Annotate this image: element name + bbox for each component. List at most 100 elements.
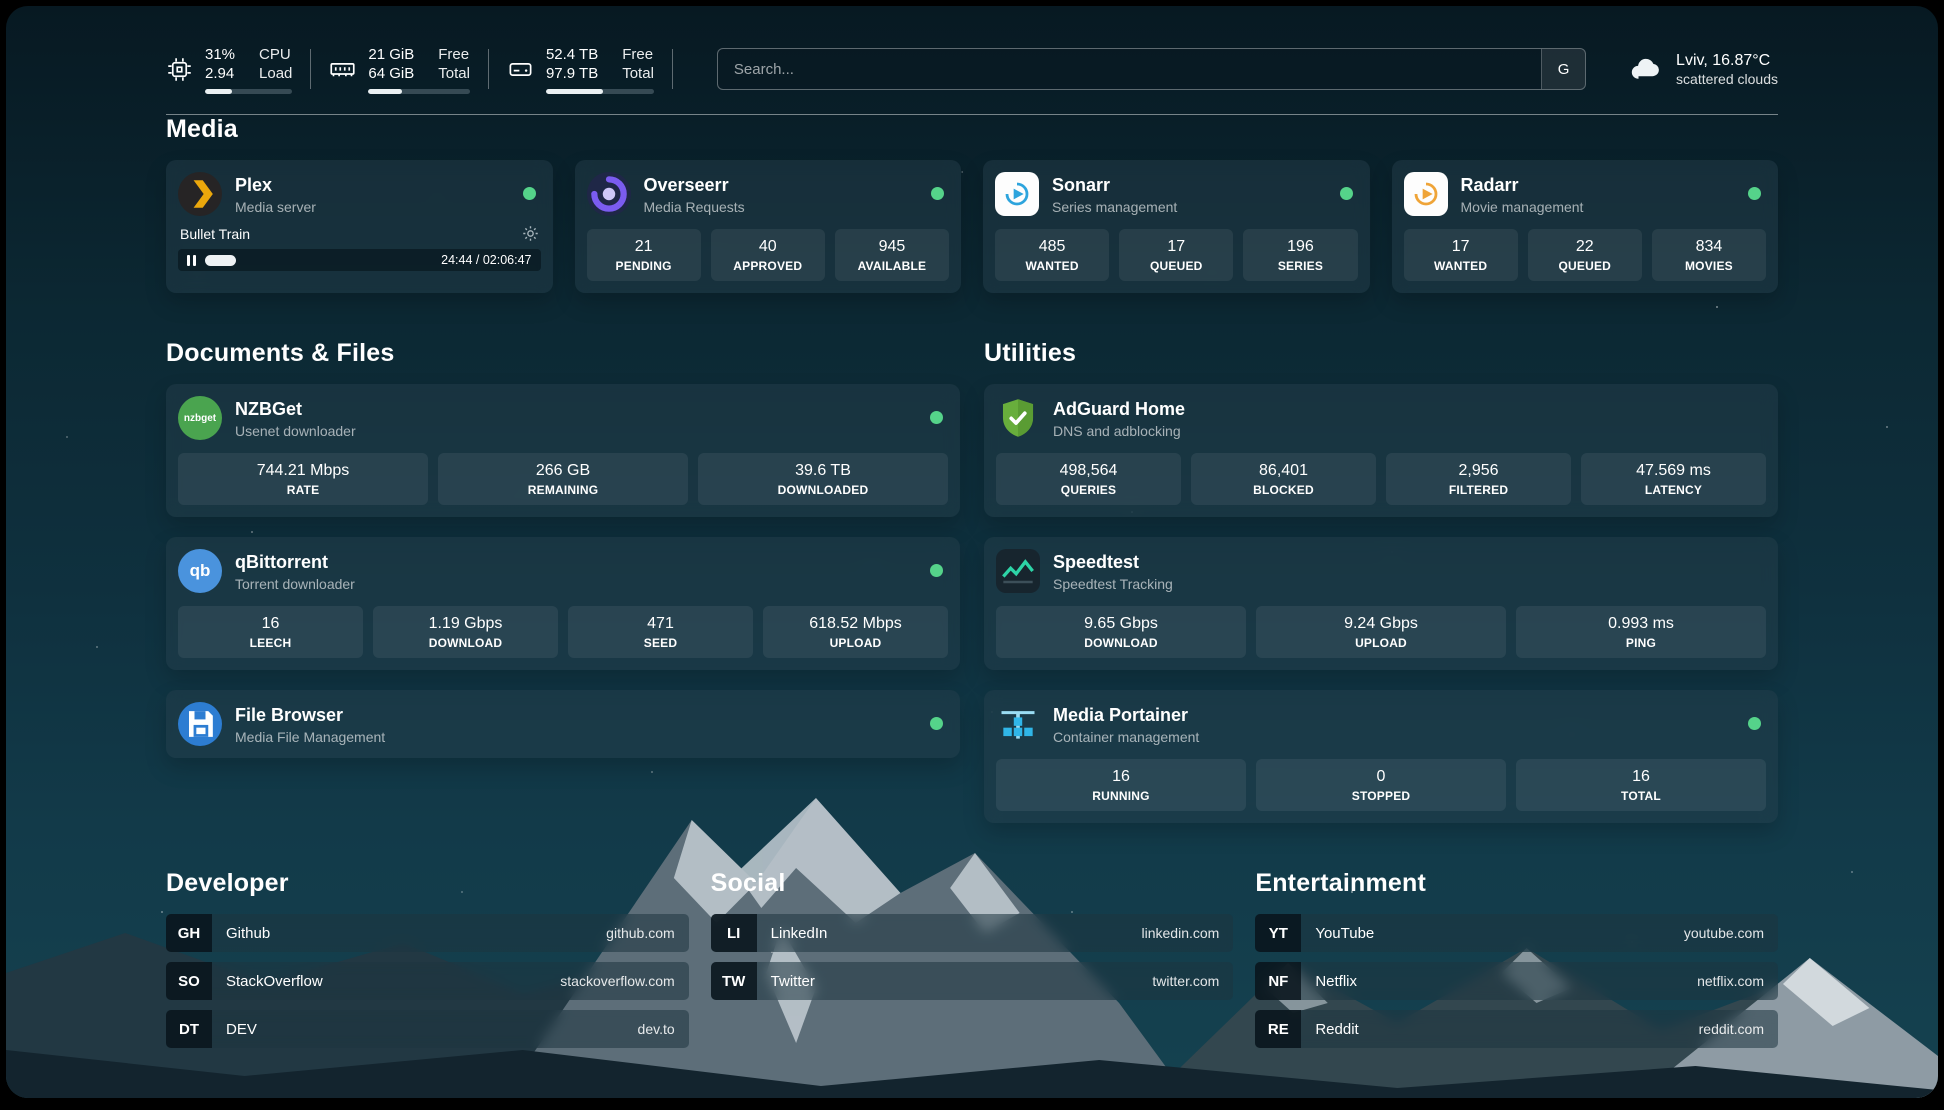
- ram-icon: [329, 56, 356, 83]
- app-name: qBittorrent: [235, 551, 355, 573]
- reddit-icon: RE: [1255, 1010, 1301, 1048]
- search-engine-button[interactable]: G: [1541, 49, 1585, 89]
- app-subtitle: Media server: [235, 199, 316, 215]
- stat-upload: 9.24 Gbps UPLOAD: [1256, 606, 1506, 658]
- app-card-sonarr[interactable]: Sonarr Series management 485 WANTED 17 Q…: [983, 160, 1370, 293]
- app-subtitle: Torrent downloader: [235, 576, 355, 592]
- app-name: Speedtest: [1053, 551, 1173, 573]
- bookmark-linkedin[interactable]: LI LinkedIn linkedin.com: [711, 914, 1234, 952]
- bookmarks-entertainment: Entertainment YT YouTube youtube.com NF …: [1255, 869, 1778, 1048]
- stat-queries: 498,564 QUERIES: [996, 453, 1181, 505]
- speedtest-icon: [996, 549, 1040, 593]
- ram-progress-fill: [368, 89, 402, 94]
- bookmarks-developer: Developer GH Github github.com SO StackO…: [166, 869, 689, 1048]
- bookmark-twitter[interactable]: TW Twitter twitter.com: [711, 962, 1234, 1000]
- app-card-nzbget[interactable]: nzbget NZBGet Usenet downloader 744.21 M…: [166, 384, 960, 517]
- documents-column: Documents & Files nzbget NZBGet Usenet d…: [166, 339, 960, 758]
- stat-movies: 834 MOVIES: [1652, 229, 1766, 281]
- app-subtitle: DNS and adblocking: [1053, 423, 1185, 439]
- status-dot: [1748, 717, 1761, 730]
- stat-rate: 744.21 Mbps RATE: [178, 453, 428, 505]
- ram-metric: 21 GiB 64 GiB Free Total: [329, 45, 470, 94]
- stat-wanted: 485 WANTED: [995, 229, 1109, 281]
- dashboard-screen: 31% 2.94 CPU Load: [6, 6, 1938, 1098]
- gear-icon[interactable]: [522, 225, 539, 242]
- stat-queued: 22 QUEUED: [1528, 229, 1642, 281]
- nzbget-icon: nzbget: [178, 396, 222, 440]
- status-dot: [930, 411, 943, 424]
- app-name: Media Portainer: [1053, 704, 1199, 726]
- app-card-radarr[interactable]: Radarr Movie management 17 WANTED 22 QUE…: [1392, 160, 1779, 293]
- pause-icon[interactable]: [187, 255, 196, 266]
- portainer-icon: [996, 702, 1040, 746]
- stat-seed: 471 SEED: [568, 606, 753, 658]
- bookmark-dev[interactable]: DT DEV dev.to: [166, 1010, 689, 1048]
- status-dot: [931, 187, 944, 200]
- section-title-social: Social: [711, 869, 1234, 898]
- stat-available: 945 AVAILABLE: [835, 229, 949, 281]
- disk-total-value: 97.9 TB: [546, 64, 598, 83]
- app-subtitle: Series management: [1052, 199, 1177, 215]
- app-card-speedtest[interactable]: Speedtest Speedtest Tracking 9.65 Gbps D…: [984, 537, 1778, 670]
- weather-condition: scattered clouds: [1676, 71, 1778, 87]
- stat-queued: 17 QUEUED: [1119, 229, 1233, 281]
- app-subtitle: Movie management: [1461, 199, 1584, 215]
- disk-progress-bar: [546, 89, 654, 94]
- stat-ping: 0.993 ms PING: [1516, 606, 1766, 658]
- stat-blocked: 86,401 BLOCKED: [1191, 453, 1376, 505]
- bookmarks-area: Developer GH Github github.com SO StackO…: [166, 869, 1778, 1074]
- disk-progress-fill: [546, 89, 603, 94]
- weather-location: Lviv, 16.87°C: [1676, 51, 1778, 71]
- disk-icon: [507, 56, 534, 83]
- stat-leech: 16 LEECH: [178, 606, 363, 658]
- utilities-column: Utilities AdGuard Home: [984, 339, 1778, 823]
- stat-downloaded: 39.6 TB DOWNLOADED: [698, 453, 948, 505]
- ram-progress-bar: [368, 89, 470, 94]
- twitter-icon: TW: [711, 962, 757, 1000]
- cpu-metric: 31% 2.94 CPU Load: [166, 45, 292, 94]
- status-dot: [523, 187, 536, 200]
- section-title-developer: Developer: [166, 869, 689, 898]
- cpu-progress-fill: [205, 89, 232, 94]
- stat-latency: 47.569 ms LATENCY: [1581, 453, 1766, 505]
- qbittorrent-icon-label: qb: [190, 561, 211, 581]
- stat-download: 9.65 Gbps DOWNLOAD: [996, 606, 1246, 658]
- app-card-overseerr[interactable]: Overseerr Media Requests 21 PENDING 40 A…: [575, 160, 962, 293]
- stat-pending: 21 PENDING: [587, 229, 701, 281]
- metric-separator: [488, 49, 489, 89]
- disk-free-value: 52.4 TB: [546, 45, 598, 64]
- search-bar: G: [717, 48, 1586, 90]
- overseerr-icon: [587, 172, 631, 216]
- app-name: Sonarr: [1052, 174, 1177, 196]
- radarr-icon: [1404, 172, 1448, 216]
- app-card-plex[interactable]: Plex Media server Bullet Train: [166, 160, 553, 293]
- bookmark-youtube[interactable]: YT YouTube youtube.com: [1255, 914, 1778, 952]
- bookmark-github[interactable]: GH Github github.com: [166, 914, 689, 952]
- bookmark-stackoverflow[interactable]: SO StackOverflow stackoverflow.com: [166, 962, 689, 1000]
- stat-approved: 40 APPROVED: [711, 229, 825, 281]
- app-subtitle: Media Requests: [644, 199, 745, 215]
- cpu-progress-bar: [205, 89, 292, 94]
- playback-bar[interactable]: 24:44 / 02:06:47: [178, 249, 541, 271]
- search-input[interactable]: [718, 49, 1541, 89]
- ram-label-top: Free: [438, 45, 470, 64]
- app-card-filebrowser[interactable]: File Browser Media File Management: [166, 690, 960, 758]
- bookmark-netflix[interactable]: NF Netflix netflix.com: [1255, 962, 1778, 1000]
- section-title-documents: Documents & Files: [166, 339, 960, 368]
- youtube-icon: YT: [1255, 914, 1301, 952]
- ram-total-value: 64 GiB: [368, 64, 414, 83]
- app-name: Plex: [235, 174, 316, 196]
- app-name: Radarr: [1461, 174, 1584, 196]
- weather-widget[interactable]: Lviv, 16.87°C scattered clouds: [1628, 51, 1778, 87]
- linkedin-icon: LI: [711, 914, 757, 952]
- bookmark-reddit[interactable]: RE Reddit reddit.com: [1255, 1010, 1778, 1048]
- status-dot: [930, 564, 943, 577]
- app-card-adguard[interactable]: AdGuard Home DNS and adblocking 498,564 …: [984, 384, 1778, 517]
- stat-download: 1.19 Gbps DOWNLOAD: [373, 606, 558, 658]
- snow-particles: [6, 6, 8, 8]
- metric-separator: [310, 49, 311, 89]
- app-card-qbittorrent[interactable]: qb qBittorrent Torrent downloader 16 LEE…: [166, 537, 960, 670]
- adguard-icon: [996, 396, 1040, 440]
- ram-free-value: 21 GiB: [368, 45, 414, 64]
- app-card-portainer[interactable]: Media Portainer Container management 16 …: [984, 690, 1778, 823]
